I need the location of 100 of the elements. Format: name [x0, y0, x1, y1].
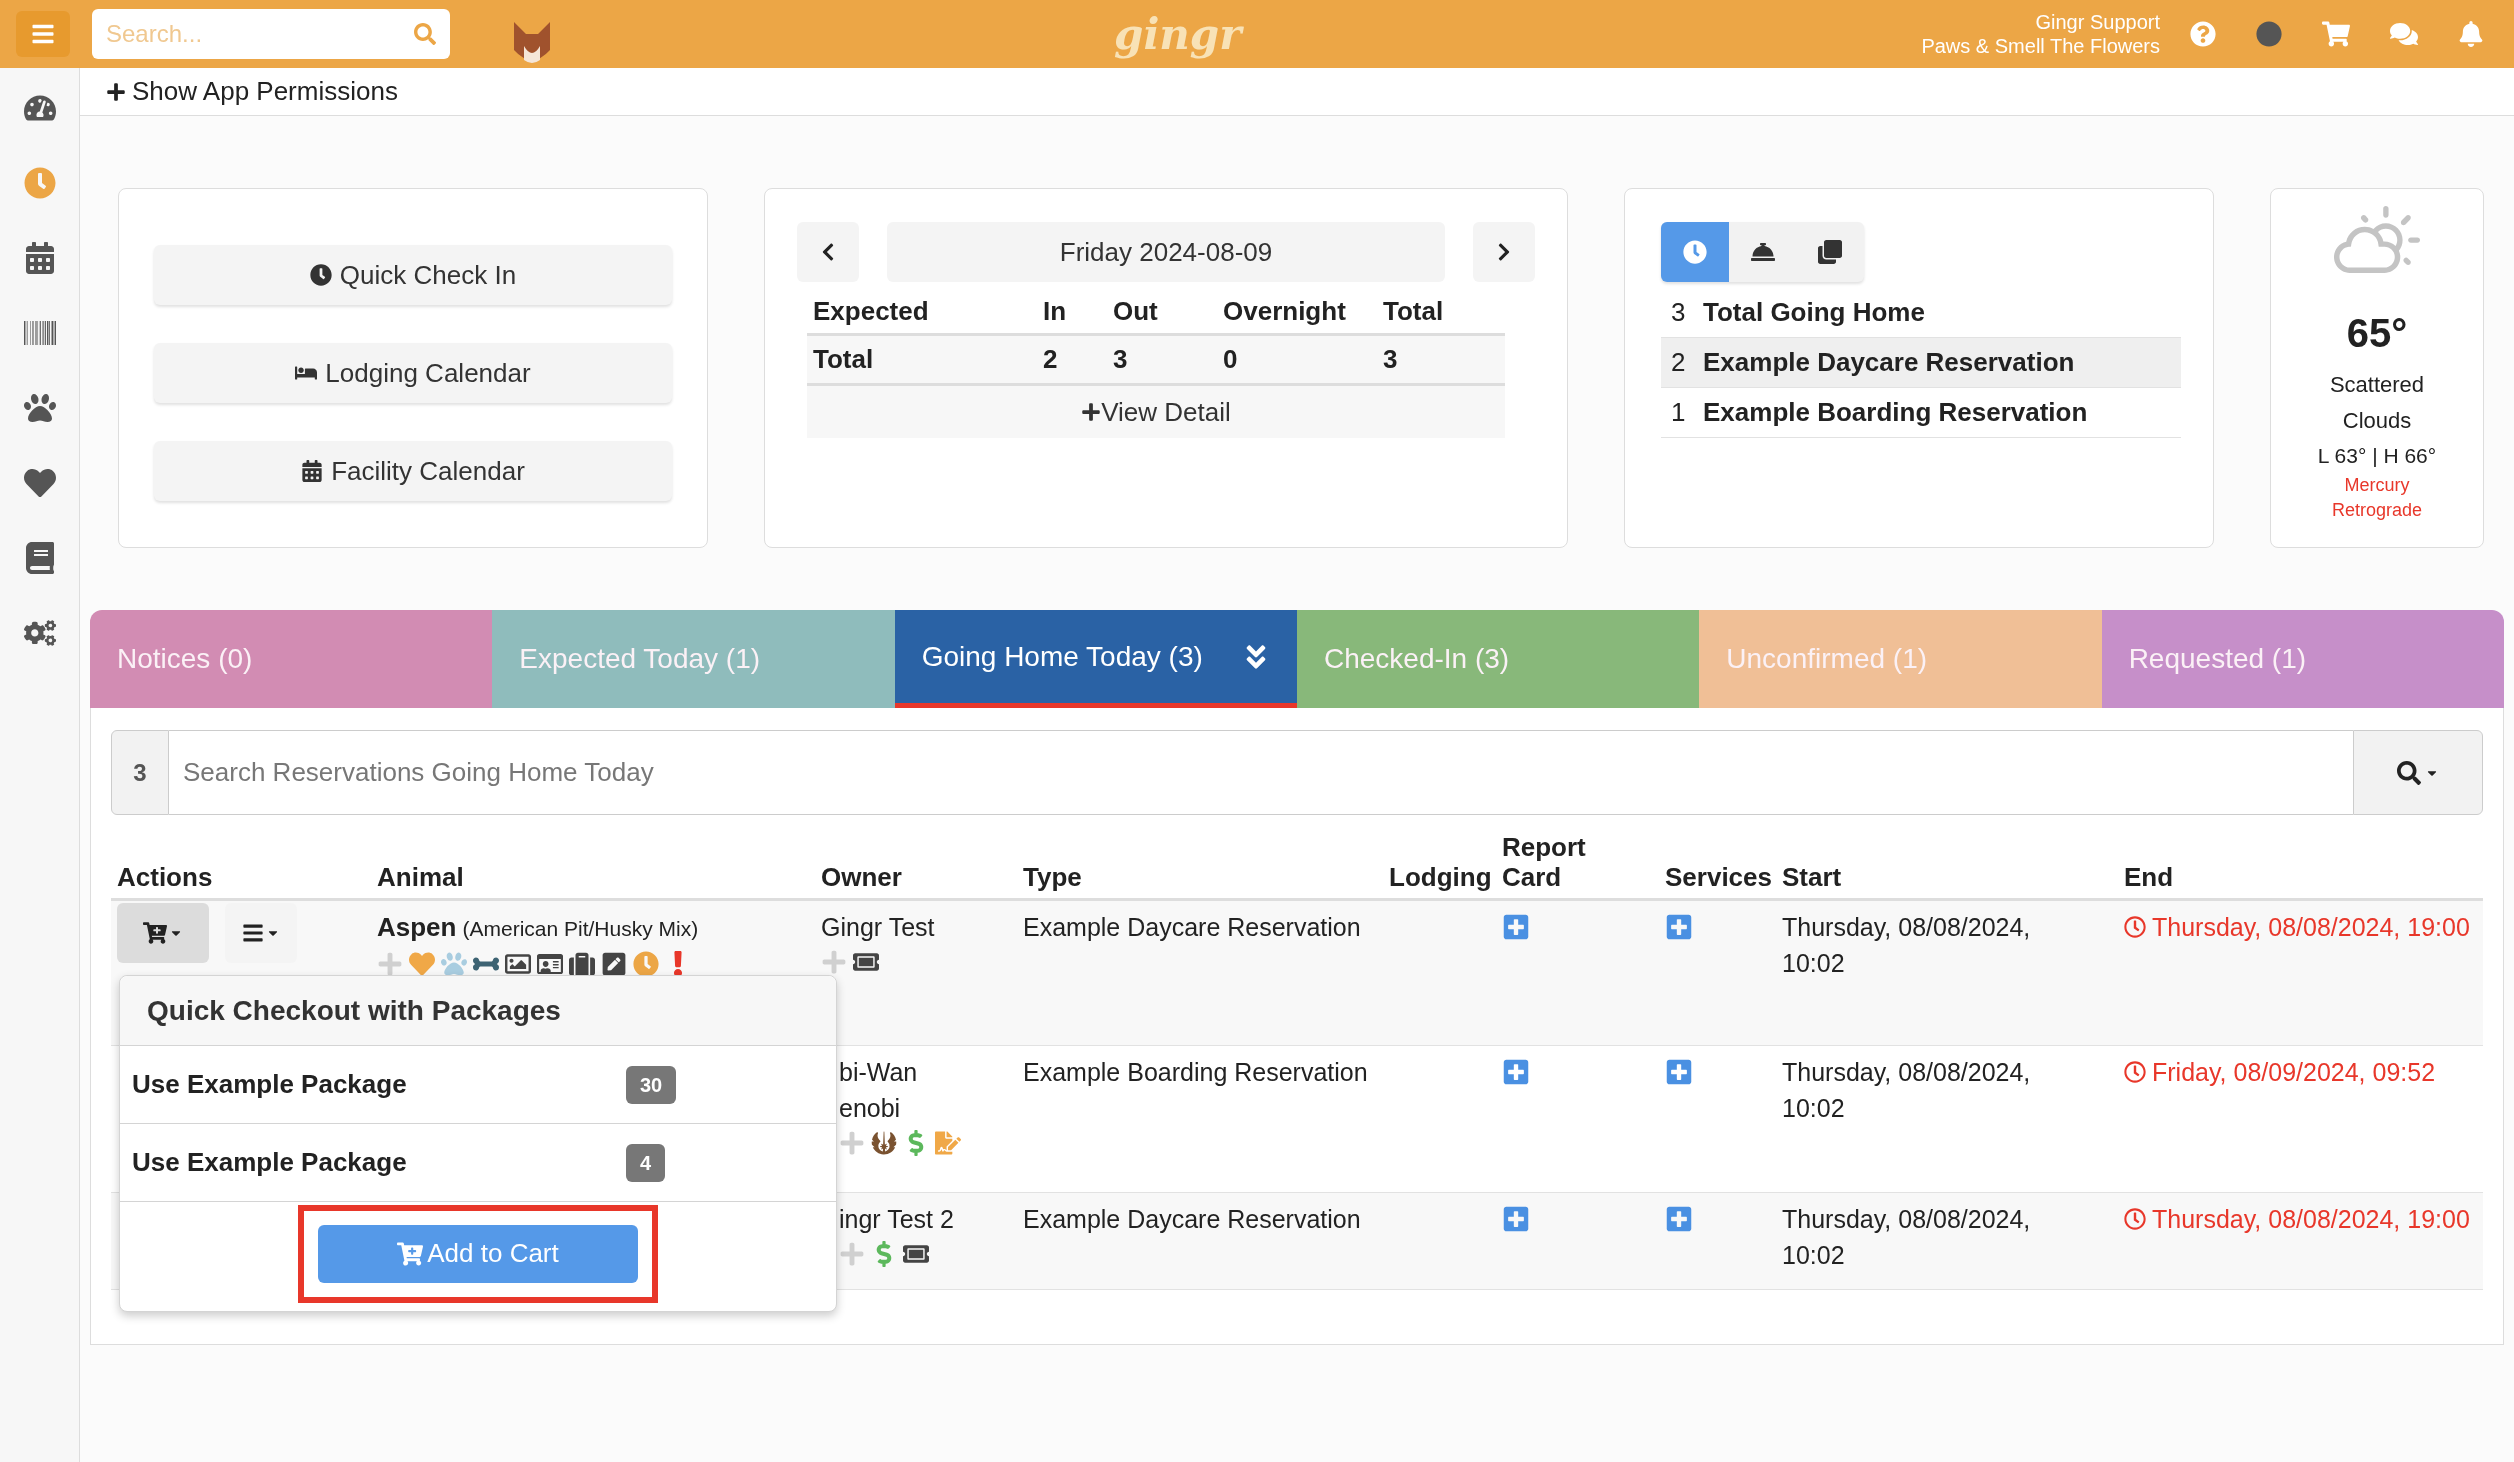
column-header: In — [1042, 295, 1068, 328]
column-header: Animal — [376, 862, 465, 892]
owner-name[interactable]: Gingr Test — [821, 909, 961, 945]
column-header: Services — [1664, 862, 1773, 892]
reservation-search-field[interactable]: Search Reservations Going Home Today — [169, 730, 2353, 815]
cart-plus-icon — [397, 1240, 424, 1267]
summary-label: Total Going Home — [1703, 296, 1925, 329]
view-detail-button[interactable]: View Detail — [807, 386, 1505, 438]
cart-dropdown-button[interactable] — [117, 903, 209, 963]
emblem-icon — [871, 1130, 897, 1156]
show-permissions-link[interactable]: Show App Permissions — [106, 72, 398, 111]
add-service-icon[interactable] — [1665, 1205, 1693, 1233]
add-report-card-icon[interactable] — [1502, 1058, 1530, 1086]
reservation-type: Example Daycare Reservation — [1022, 1204, 1362, 1235]
column-header: Report Card — [1501, 832, 1586, 892]
gears-icon[interactable] — [23, 617, 56, 649]
column-header: End — [2123, 862, 2175, 892]
temperature-range: L 63° | H 66° — [2317, 443, 2437, 469]
add-service-icon[interactable] — [1665, 1058, 1693, 1086]
clock-icon — [2124, 1208, 2146, 1230]
clock-icon — [1682, 240, 1707, 264]
summary-label: Example Boarding Reservation — [1703, 396, 2088, 429]
plus-icon — [839, 1241, 865, 1267]
quick-link-button[interactable]: Facility Calendar — [154, 441, 672, 501]
column-header: Start — [1781, 862, 1843, 892]
previous-day-button[interactable] — [797, 222, 859, 282]
reservation-type: Example Boarding Reservation — [1022, 1057, 1369, 1088]
package-option[interactable]: Use Example Package 30 — [120, 1046, 836, 1124]
id-card-icon — [537, 951, 563, 977]
menu-icon — [31, 22, 55, 46]
count-text: 2 — [1670, 346, 1687, 379]
column-header: Expected — [812, 295, 930, 328]
count-badge: 30 — [626, 1065, 677, 1104]
cart-icon[interactable] — [2322, 20, 2350, 48]
help-icon[interactable] — [2190, 21, 2216, 47]
chat-icon[interactable] — [2390, 20, 2418, 48]
clock-icon — [2124, 1061, 2146, 1083]
count-text: 1 — [1670, 396, 1687, 429]
column-header: Overnight — [1222, 295, 1347, 328]
view-toggle-button[interactable] — [1661, 222, 1729, 282]
breed-text: (American Pit/Husky Mix) — [462, 916, 699, 942]
plus-icon — [821, 949, 847, 975]
quick-link-button[interactable]: Quick Check In — [154, 245, 672, 305]
next-day-button[interactable] — [1473, 222, 1535, 282]
quick-link-button[interactable]: Lodging Calendar — [154, 343, 672, 403]
start-time: Thursday, 08/08/2024, 10:02 — [1781, 1057, 2032, 1124]
image-icon — [505, 951, 531, 977]
clock-icon — [633, 951, 659, 977]
list-icon — [242, 922, 264, 944]
end-time: Thursday, 08/08/2024, 19:00 — [2152, 912, 2470, 943]
paw-icon[interactable] — [23, 392, 56, 424]
weather-condition: Scattered Clouds — [2328, 371, 2426, 435]
logo: gingr — [1114, 8, 1242, 61]
package-option[interactable]: Use Example Package 4 — [120, 1124, 836, 1202]
add-service-icon[interactable] — [1665, 913, 1693, 941]
calendar-icon[interactable] — [23, 242, 56, 274]
paw-icon — [441, 951, 467, 977]
animal-name[interactable]: Aspen — [377, 909, 457, 945]
column-header: Lodging — [1388, 862, 1493, 892]
table-cell-text: 3 — [1382, 343, 1399, 376]
column-header: Type — [1022, 862, 1083, 892]
clock-icon — [309, 264, 332, 286]
date-button[interactable]: Friday 2024-08-09 — [887, 222, 1445, 282]
start-time: Thursday, 08/08/2024, 10:02 — [1781, 1204, 2032, 1271]
table-cell-text: Total — [812, 343, 875, 376]
end-time: Friday, 08/09/2024, 09:52 — [2152, 1057, 2436, 1088]
search-field[interactable]: Search... — [92, 9, 450, 59]
start-time: Thursday, 08/08/2024, 10:02 — [1781, 912, 2032, 979]
plus-icon — [839, 1130, 865, 1156]
table-cell-text: 2 — [1042, 343, 1059, 376]
count-badge: 4 — [626, 1143, 666, 1182]
book-icon[interactable] — [23, 542, 56, 574]
bell-icon[interactable] — [2458, 21, 2484, 47]
heart-icon — [409, 951, 435, 977]
plus-icon — [1081, 402, 1102, 422]
column-header: Out — [1112, 295, 1159, 328]
clock-icon[interactable] — [23, 167, 56, 199]
owner-name[interactable]: bi-Wan enobi — [839, 1054, 979, 1126]
calendar-icon — [301, 460, 324, 482]
search-icon — [2397, 760, 2421, 785]
bell-icon — [1750, 240, 1775, 264]
add-report-card-icon[interactable] — [1502, 1205, 1530, 1233]
reservation-type: Example Daycare Reservation — [1022, 912, 1362, 943]
menu-dropdown-button[interactable] — [225, 903, 297, 963]
plus-icon — [106, 81, 126, 102]
end-time: Thursday, 08/08/2024, 19:00 — [2152, 1204, 2470, 1235]
heart-icon[interactable] — [23, 467, 56, 499]
table-cell-text: 0 — [1222, 343, 1239, 376]
tab[interactable]: Going Home Today (3) — [894, 610, 1297, 708]
menu-button[interactable] — [16, 11, 70, 57]
result-count: 3 — [111, 730, 169, 815]
count-text: 3 — [1670, 296, 1687, 329]
search-button[interactable] — [2353, 730, 2483, 815]
add-report-card-icon[interactable] — [1502, 913, 1530, 941]
copy-icon — [1818, 240, 1843, 264]
status-dot-icon[interactable] — [2256, 21, 2282, 47]
table-cell-text: 3 — [1112, 343, 1129, 376]
popover-title: Quick Checkout with Packages — [147, 993, 561, 1028]
owner-name[interactable]: ingr Test 2 — [839, 1201, 979, 1237]
location-name: Paws & Smell The Flowers — [1921, 34, 2160, 58]
